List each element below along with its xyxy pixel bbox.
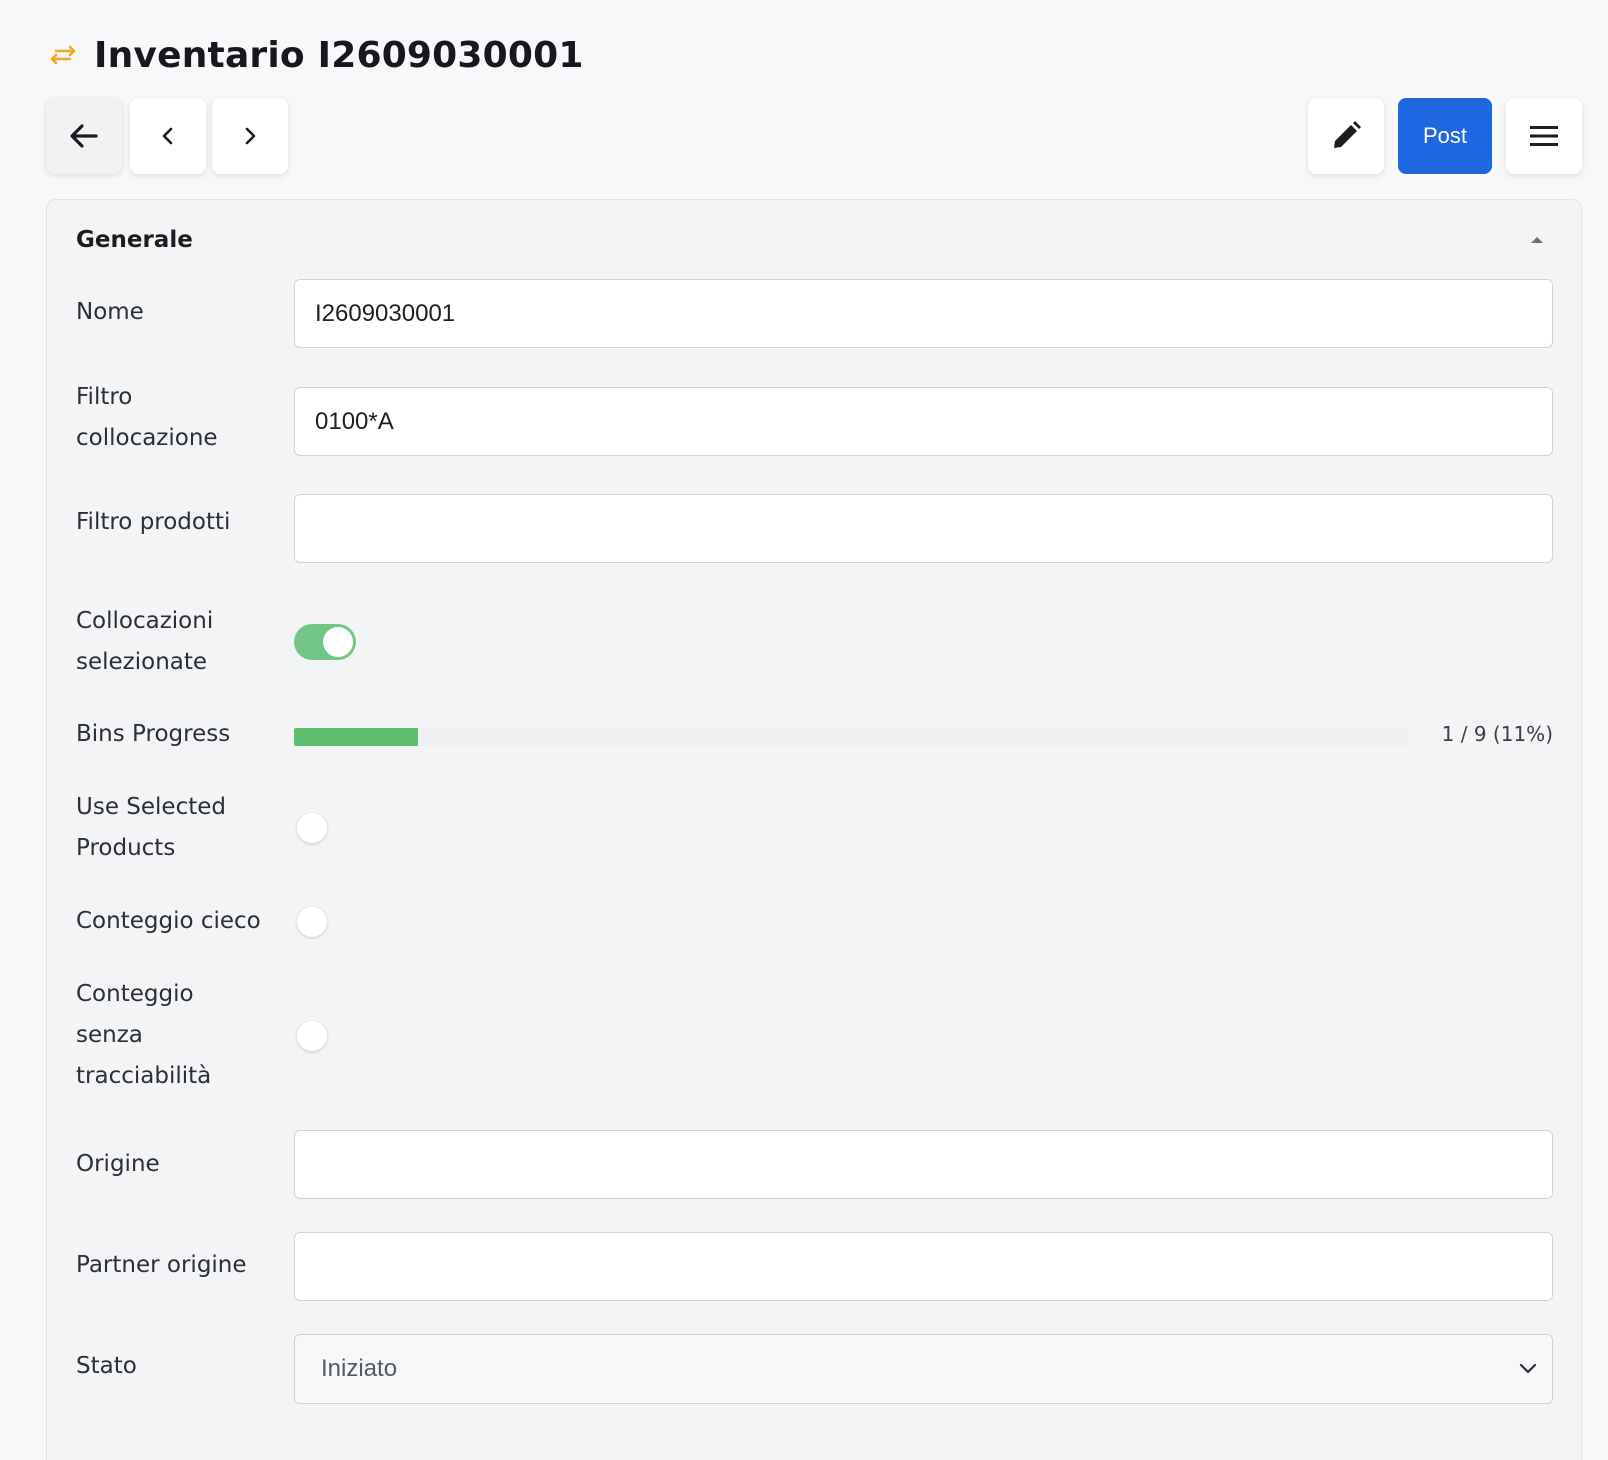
stato-select[interactable]: Iniziato	[294, 1334, 1553, 1404]
edit-button[interactable]	[1308, 98, 1384, 174]
pencil-icon	[1334, 121, 1361, 148]
bins-progress-text: 1 / 9 (11%)	[1441, 722, 1553, 746]
filtro-collocazione-label: Filtro collocazione	[76, 384, 218, 451]
partner-origine-label: Partner origine	[76, 1252, 247, 1278]
chevron-down-icon	[1519, 1363, 1537, 1374]
back-button[interactable]	[46, 98, 122, 174]
caret-up-icon[interactable]	[1529, 234, 1545, 244]
page-title: Inventario I2609030001	[94, 34, 584, 76]
bins-progress-label: Bins Progress	[76, 721, 231, 747]
partner-origine-input[interactable]	[294, 1232, 1553, 1301]
bins-progress-fill	[294, 728, 418, 746]
transfer-arrows-icon	[48, 40, 78, 70]
filtro-prodotti-input[interactable]	[294, 494, 1553, 563]
arrow-left-icon	[70, 124, 98, 148]
origine-label: Origine	[76, 1151, 160, 1177]
bins-progress-bar	[294, 728, 1409, 746]
conteggio-senza-tracciabilita-label: Conteggio senza tracciabilità	[76, 981, 212, 1089]
conteggio-cieco-label: Conteggio cieco	[76, 908, 261, 934]
chevron-right-icon	[245, 127, 256, 145]
nome-input[interactable]: I2609030001	[294, 279, 1553, 348]
nome-label: Nome	[76, 299, 144, 325]
more-menu-button[interactable]	[1506, 98, 1582, 174]
filtro-collocazione-input[interactable]: 0100*A	[294, 387, 1553, 456]
toggle-knob	[297, 1021, 327, 1051]
toggle-knob	[297, 813, 327, 843]
previous-record-button[interactable]	[130, 98, 206, 174]
toggle-knob	[297, 907, 327, 937]
general-section-card: Generale Nome I2609030001 Filtro colloca…	[46, 199, 1582, 1460]
use-selected-products-toggle[interactable]	[294, 810, 356, 846]
hamburger-menu-icon	[1530, 126, 1558, 146]
next-record-button[interactable]	[212, 98, 288, 174]
collocazioni-selezionate-toggle[interactable]	[294, 624, 356, 660]
page-header: Inventario I2609030001	[48, 30, 584, 80]
toggle-knob	[323, 627, 353, 657]
post-button[interactable]: Post	[1398, 98, 1492, 174]
use-selected-products-label: Use Selected Products	[76, 794, 226, 861]
conteggio-senza-tracciabilita-toggle[interactable]	[294, 1018, 356, 1054]
conteggio-cieco-toggle[interactable]	[294, 904, 356, 940]
filtro-prodotti-label: Filtro prodotti	[76, 509, 231, 535]
stato-selected-value: Iniziato	[321, 1355, 398, 1382]
section-title: Generale	[76, 227, 193, 253]
stato-label: Stato	[76, 1353, 137, 1379]
chevron-left-icon	[162, 127, 173, 145]
collocazioni-selezionate-label: Collocazioni selezionate	[76, 608, 214, 675]
origine-input[interactable]	[294, 1130, 1553, 1199]
